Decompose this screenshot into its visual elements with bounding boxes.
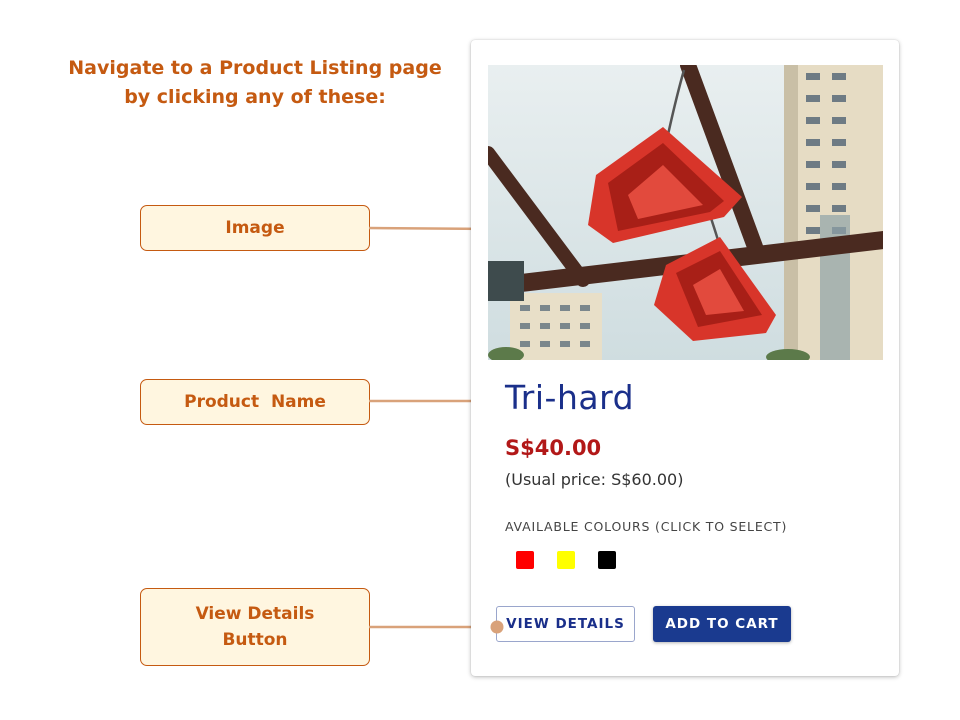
usual-price: (Usual price: S$60.00): [505, 470, 684, 489]
product-card: Tri-hard S$40.00 (Usual price: S$60.00) …: [471, 40, 899, 676]
red-triangle-holds-photo-icon: [488, 65, 883, 360]
product-image[interactable]: [488, 65, 883, 360]
available-colours-label: AVAILABLE COLOURS (CLICK TO SELECT): [505, 519, 788, 534]
sale-price: S$40.00: [505, 436, 602, 460]
colour-swatch-red[interactable]: [516, 551, 534, 569]
product-name[interactable]: Tri-hard: [505, 378, 634, 417]
view-details-button[interactable]: VIEW DETAILS: [496, 606, 635, 642]
add-to-cart-button[interactable]: ADD TO CART: [653, 606, 791, 642]
colour-swatch-yellow[interactable]: [557, 551, 575, 569]
colour-swatch-black[interactable]: [598, 551, 616, 569]
colour-swatches: [516, 551, 616, 569]
